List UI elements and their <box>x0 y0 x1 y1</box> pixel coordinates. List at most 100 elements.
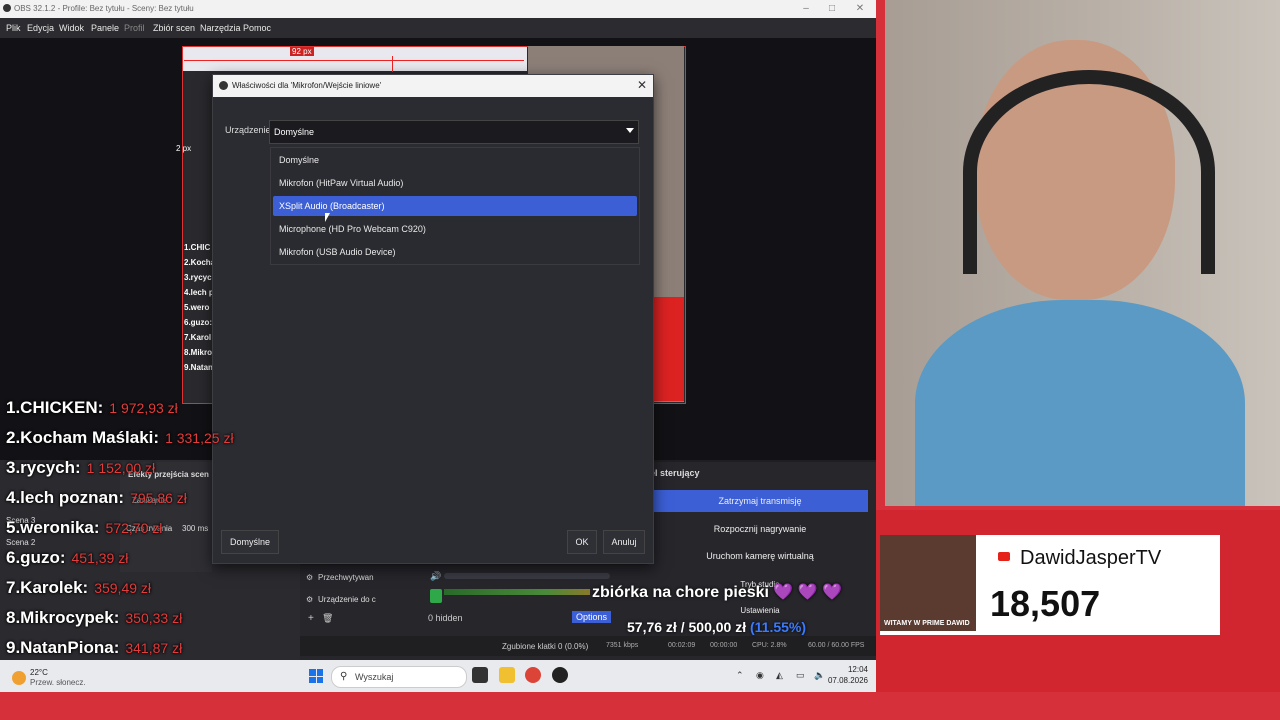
leaderboard-row: 1.CHICKEN: 1 972,93 zł <box>6 398 178 426</box>
start-recording-button[interactable]: Rozpocznij nagrywanie <box>652 518 868 540</box>
device-option[interactable]: Mikrofon (USB Audio Device) <box>273 242 637 262</box>
donor-name: 9.NatanPiona: <box>6 638 120 657</box>
guide-line <box>392 56 393 72</box>
donor-amount: 1 152,00 zł <box>86 460 156 476</box>
device-option[interactable]: Microphone (HD Pro Webcam C920) <box>273 219 637 239</box>
device-label: Urządzenie <box>225 125 271 135</box>
donor-name: 1.CHICKEN: <box>6 398 104 417</box>
ok-button[interactable]: OK <box>567 530 597 554</box>
overlay-bottom-bar <box>0 692 1280 720</box>
channel-thumbnail: WITAMY W PRIME DAWID <box>880 535 976 631</box>
windows-start-icon[interactable] <box>309 669 323 683</box>
maximize-button[interactable]: □ <box>820 2 844 16</box>
chrome-icon[interactable] <box>525 667 541 683</box>
menu-help[interactable]: Pomoc <box>243 23 271 33</box>
virtual-camera-button[interactable]: Uruchom kamerę wirtualną <box>652 545 868 567</box>
goal-separator: / <box>680 619 685 635</box>
guide-width-label: 92 px <box>290 47 314 56</box>
trash-icon[interactable]: 🗑 <box>322 613 333 624</box>
leaderboard-row: 3.rycych: 1 152,00 zł <box>6 458 155 486</box>
device-option[interactable]: Domyślne <box>273 150 637 170</box>
options-button[interactable]: Options <box>572 611 612 623</box>
controls-title: el sterujący <box>650 468 700 478</box>
menu-view[interactable]: Widok <box>59 23 84 33</box>
menu-docks[interactable]: Panele <box>91 23 119 33</box>
obs-taskbar-icon[interactable] <box>552 667 568 683</box>
leaderboard-row: 6.guzo: 451,39 zł <box>6 548 128 576</box>
gear-icon[interactable]: ⚙ <box>306 595 313 604</box>
goal-current: 57,76 zł <box>627 619 677 635</box>
donor-name: 4.lech poznan: <box>6 488 125 507</box>
volume-slider[interactable] <box>444 573 610 579</box>
menu-edit[interactable]: Edycja <box>27 23 54 33</box>
mini-item: 3.rycyc <box>184 273 212 282</box>
donor-name: 3.rycych: <box>6 458 81 477</box>
leaderboard-row: 9.NatanPiona: 341,87 zł <box>6 638 182 666</box>
donor-name: 6.guzo: <box>6 548 66 567</box>
audio-meter <box>444 589 590 595</box>
preview-scene-list: 1.CHIC 2.Kocha 3.rycyc 4.lech p 5.wero 6… <box>184 243 214 388</box>
stop-stream-button[interactable]: Zatrzymaj transmisję <box>652 490 868 512</box>
menu-file[interactable]: Plik <box>6 23 21 33</box>
search-placeholder: Wyszukaj <box>355 672 394 682</box>
battery-icon[interactable]: ▭ <box>796 670 805 681</box>
goal-title: zbiórka na chore pieski 💜 💜 💜 <box>592 584 843 601</box>
device-select[interactable]: Domyślne <box>269 120 639 144</box>
clock-date: 07.08.2026 <box>827 676 868 685</box>
donor-amount: 1 972,93 zł <box>109 400 178 416</box>
sun-icon <box>12 671 26 685</box>
webcam-feed <box>885 0 1280 506</box>
mixer-track-name: Przechwytywan <box>318 573 374 582</box>
menu-profile[interactable]: Profil <box>124 23 145 33</box>
speaker-icon[interactable]: 🔈 <box>814 670 825 681</box>
gear-icon[interactable]: ⚙ <box>306 573 313 582</box>
leaderboard-row: 2.Kocham Maślaki: 1 331,25 zł <box>6 428 234 456</box>
volume-icon[interactable]: 🔊 <box>430 571 441 582</box>
goal-target: 500,00 zł <box>688 619 747 635</box>
leaderboard-row: 8.Mikrocypek: 350,33 zł <box>6 608 182 636</box>
device-dropdown-list: Domyślne Mikrofon (HitPaw Virtual Audio)… <box>270 147 640 265</box>
network-icon[interactable]: ◭ <box>776 670 783 681</box>
menu-scene-collection[interactable]: Zbiór scen <box>153 23 195 33</box>
taskbar-search[interactable]: ⚲ Wyszukaj <box>331 666 467 688</box>
mini-item: 5.wero <box>184 303 210 312</box>
donor-amount: 1 331,25 zł <box>165 430 234 446</box>
chevron-up-icon[interactable]: ⌃ <box>736 670 744 681</box>
task-view-icon[interactable] <box>472 667 488 683</box>
add-source-icon[interactable]: + <box>308 613 314 624</box>
clock[interactable]: 12:04 07.08.2026 <box>828 664 868 686</box>
dialog-titlebar: Właściwości dla 'Mikrofon/Wejście liniow… <box>213 75 653 97</box>
menu-tools[interactable]: Narzędzia <box>200 23 241 33</box>
webcam-person-body <box>915 300 1245 506</box>
device-option[interactable]: Mikrofon (HitPaw Virtual Audio) <box>273 173 637 193</box>
close-window-button[interactable]: ✕ <box>848 2 872 16</box>
weather-text: Przew. słonecz. <box>30 678 86 687</box>
tray-icon[interactable]: ◉ <box>756 670 764 681</box>
donor-amount: 359,49 zł <box>94 580 152 596</box>
donor-amount: 572,70 zł <box>105 520 163 536</box>
youtube-subscriber-card: WITAMY W PRIME DAWID DawidJasperTV 18,50… <box>880 535 1220 635</box>
close-icon[interactable]: ✕ <box>637 78 647 92</box>
headphones-icon[interactable] <box>430 589 442 603</box>
menu-bar: Plik Edycja Widok Panele Profil Zbiór sc… <box>0 18 876 38</box>
obs-logo-icon <box>3 4 11 12</box>
mini-item: 4.lech p <box>184 288 214 297</box>
temperature: 22°C <box>30 668 48 677</box>
donor-name: 5.weronika: <box>6 518 100 537</box>
hidden-count: 0 hidden <box>428 613 463 623</box>
clock-time: 12:04 <box>847 665 868 674</box>
channel-name: DawidJasperTV <box>1020 547 1162 569</box>
leaderboard-row: 4.lech poznan: 795,86 zł <box>6 488 187 516</box>
leaderboard-row: 7.Karolek: 359,49 zł <box>6 578 151 606</box>
mini-item: 9.Natan <box>184 363 213 372</box>
cancel-button[interactable]: Anuluj <box>603 530 645 554</box>
mini-item: 7.Karol <box>184 333 212 342</box>
search-icon: ⚲ <box>340 671 348 682</box>
donor-amount: 795,86 zł <box>130 490 187 506</box>
obs-logo-icon <box>219 81 228 90</box>
mixer-track-name: Urządzenie do c <box>318 595 376 604</box>
donor-name: 7.Karolek: <box>6 578 89 597</box>
minimize-button[interactable]: – <box>794 2 818 16</box>
goal-percent: (11.55%) <box>750 619 807 635</box>
file-explorer-icon[interactable] <box>499 667 515 683</box>
